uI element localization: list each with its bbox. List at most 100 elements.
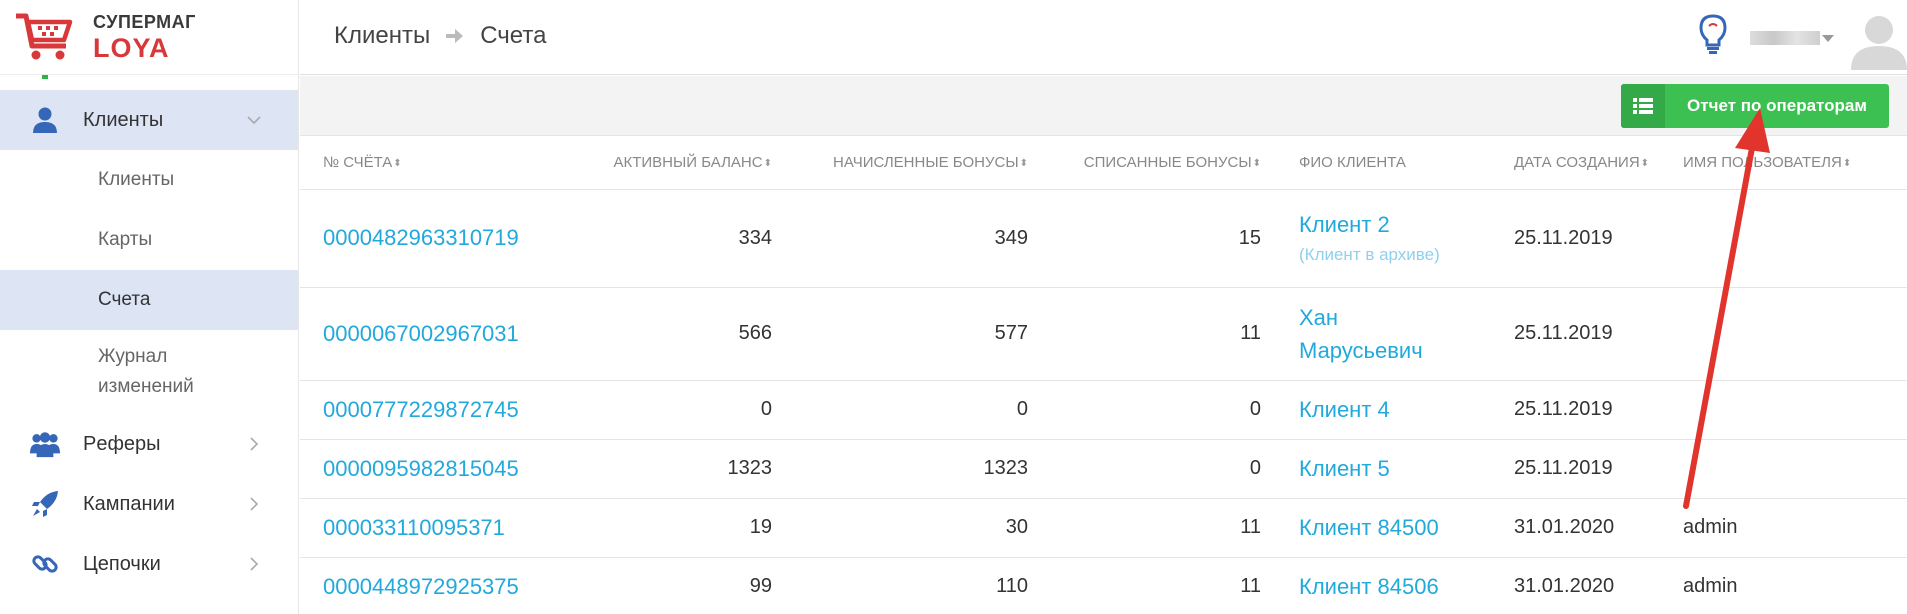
account-link[interactable]: 0000448972925375 [300, 557, 560, 614]
sidebar-item-label: Клиенты [83, 108, 164, 131]
caret-down-icon[interactable] [1822, 35, 1834, 42]
date-cell: 31.01.2020 [1472, 498, 1668, 558]
balance-cell: 0 [560, 380, 772, 440]
table-row: 0000777229872745 0 0 0 Клиент 4 25.11.20… [300, 380, 1907, 440]
arrow-right-icon [446, 28, 464, 44]
list-icon [1621, 84, 1665, 128]
table-row: 0000482963310719 334 349 15 Клиент 2 (Кли… [300, 189, 1907, 288]
users-icon [30, 429, 60, 459]
column-header-account[interactable]: № СЧЁТА⬍ [300, 137, 560, 190]
user-cell: admin [1668, 557, 1907, 614]
client-link[interactable]: Клиент 84506 [1299, 574, 1439, 599]
sidebar-subitem-accounts[interactable]: Счета [0, 270, 298, 330]
balance-cell: 1323 [560, 439, 772, 499]
sort-icon: ⬍ [1252, 158, 1261, 170]
user-cell [1668, 439, 1907, 499]
breadcrumb-accounts: Счета [480, 22, 547, 49]
date-cell: 25.11.2019 [1472, 380, 1668, 440]
balance-cell: 566 [560, 287, 772, 381]
logo[interactable]: СУПЕРМАГ LOYA [0, 0, 298, 75]
user-cell: admin [1668, 498, 1907, 558]
column-header-date[interactable]: ДАТА СОЗДАНИЯ⬍ [1472, 137, 1668, 190]
sidebar-item-referrers[interactable]: Рeферы [0, 414, 298, 474]
accrued-cell: 0 [772, 380, 1028, 440]
accrued-cell: 30 [772, 498, 1028, 558]
account-link[interactable]: 0000482963310719 [300, 189, 560, 288]
sidebar-subitem-label: Карты [98, 229, 153, 250]
balance-cell: 334 [560, 189, 772, 288]
accrued-cell: 110 [772, 557, 1028, 614]
breadcrumb-clients[interactable]: Клиенты [334, 22, 430, 50]
sidebar-item-campaigns[interactable]: Кампании [0, 474, 298, 534]
balance-cell: 19 [560, 498, 772, 558]
sidebar-subitem-cards[interactable]: Карты [0, 210, 298, 270]
sort-icon: ⬍ [1019, 158, 1028, 170]
sidebar-item-clients[interactable]: Клиенты [0, 90, 298, 150]
table-row: 0000067002967031 566 577 11 Хан Марусьев… [300, 287, 1907, 381]
date-cell: 25.11.2019 [1472, 439, 1668, 499]
client-cell: Хан Марусьевич [1261, 287, 1472, 381]
spent-cell: 11 [1028, 557, 1261, 614]
client-link[interactable]: Клиент 4 [1299, 397, 1390, 422]
account-link[interactable]: 000033110095371 [300, 498, 560, 558]
sidebar-subitem-label: Журнал изменений [98, 346, 194, 397]
column-header-accrued[interactable]: НАЧИСЛЕННЫЕ БОНУСЫ⬍ [772, 137, 1028, 190]
balance-cell: 99 [560, 557, 772, 614]
column-header-spent[interactable]: СПИСАННЫЕ БОНУСЫ⬍ [1028, 137, 1261, 190]
spent-cell: 0 [1028, 439, 1261, 499]
sidebar: Анкета Клиенты Клиенты Карты Счета Журна… [0, 0, 299, 614]
operator-report-button[interactable]: Отчет по операторам [1621, 84, 1889, 128]
spent-cell: 0 [1028, 380, 1261, 440]
spent-cell: 15 [1028, 189, 1261, 288]
avatar[interactable] [1851, 10, 1907, 70]
sidebar-subitem-clients[interactable]: Клиенты [0, 150, 298, 210]
sidebar-subitem-label: Клиенты [98, 169, 175, 190]
client-link[interactable]: Клиент 5 [1299, 456, 1390, 481]
client-cell: Клиент 84500 [1261, 498, 1472, 558]
table-row: 000033110095371 19 30 11 Клиент 84500 31… [300, 498, 1907, 558]
user-icon [30, 105, 60, 135]
table-row: 0000095982815045 1323 1323 0 Клиент 5 25… [300, 439, 1907, 499]
date-cell: 31.01.2020 [1472, 557, 1668, 614]
accrued-cell: 349 [772, 189, 1028, 288]
sidebar-item-label: Рeферы [83, 432, 161, 455]
sidebar-item-label: Цепочки [83, 552, 161, 575]
chevron-right-icon [247, 437, 261, 451]
sort-icon: ⬍ [1842, 158, 1852, 170]
rocket-icon [30, 489, 60, 519]
table-row: 0000448972925375 99 110 11 Клиент 84506 … [300, 557, 1907, 614]
client-cell: Клиент 5 [1261, 439, 1472, 499]
client-cell: Клиент 84506 [1261, 557, 1472, 614]
date-cell: 25.11.2019 [1472, 189, 1668, 288]
sidebar-item-label: Кампании [83, 492, 175, 515]
chevron-right-icon [247, 557, 261, 571]
user-name-blurred[interactable] [1750, 31, 1820, 45]
account-link[interactable]: 0000777229872745 [300, 380, 560, 440]
client-link[interactable]: Клиент 84500 [1299, 515, 1439, 540]
account-link[interactable]: 0000067002967031 [300, 287, 560, 381]
breadcrumb: Клиенты Счета [334, 22, 546, 50]
archive-note: (Клиент в архиве) [1299, 244, 1440, 264]
chevron-down-icon [247, 113, 261, 127]
sort-icon: ⬍ [763, 158, 772, 170]
sidebar-nav: Анкета Клиенты Клиенты Карты Счета Журна… [0, 55, 298, 594]
logo-text-bottom: LOYA [93, 33, 170, 63]
sidebar-subitem-changelog[interactable]: Журнал изменений [0, 330, 298, 414]
column-header-client[interactable]: ФИО КЛИЕНТА [1261, 137, 1472, 190]
operator-report-label: Отчет по операторам [1687, 96, 1867, 115]
column-header-balance[interactable]: АКТИВНЫЙ БАЛАНС⬍ [560, 137, 772, 190]
lightbulb-icon[interactable] [1698, 14, 1728, 56]
user-cell [1668, 287, 1907, 381]
sidebar-item-chains[interactable]: Цепочки [0, 534, 298, 594]
sidebar-subitem-label: Счета [98, 289, 151, 310]
accounts-table: № СЧЁТА⬍ АКТИВНЫЙ БАЛАНС⬍ НАЧИСЛЕННЫЕ БО… [300, 137, 1907, 614]
client-cell: Клиент 2 (Клиент в архиве) [1261, 189, 1472, 288]
account-link[interactable]: 0000095982815045 [300, 439, 560, 499]
column-header-user[interactable]: ИМЯ ПОЛЬЗОВАТЕЛЯ⬍ [1668, 137, 1907, 190]
sort-icon: ⬍ [1640, 158, 1650, 170]
logo-text-top: СУПЕРМАГ [93, 12, 196, 32]
client-link[interactable]: Хан Марусьевич [1299, 301, 1449, 367]
client-link[interactable]: Клиент 2 [1299, 212, 1390, 237]
link-icon [30, 549, 60, 579]
accrued-cell: 1323 [772, 439, 1028, 499]
